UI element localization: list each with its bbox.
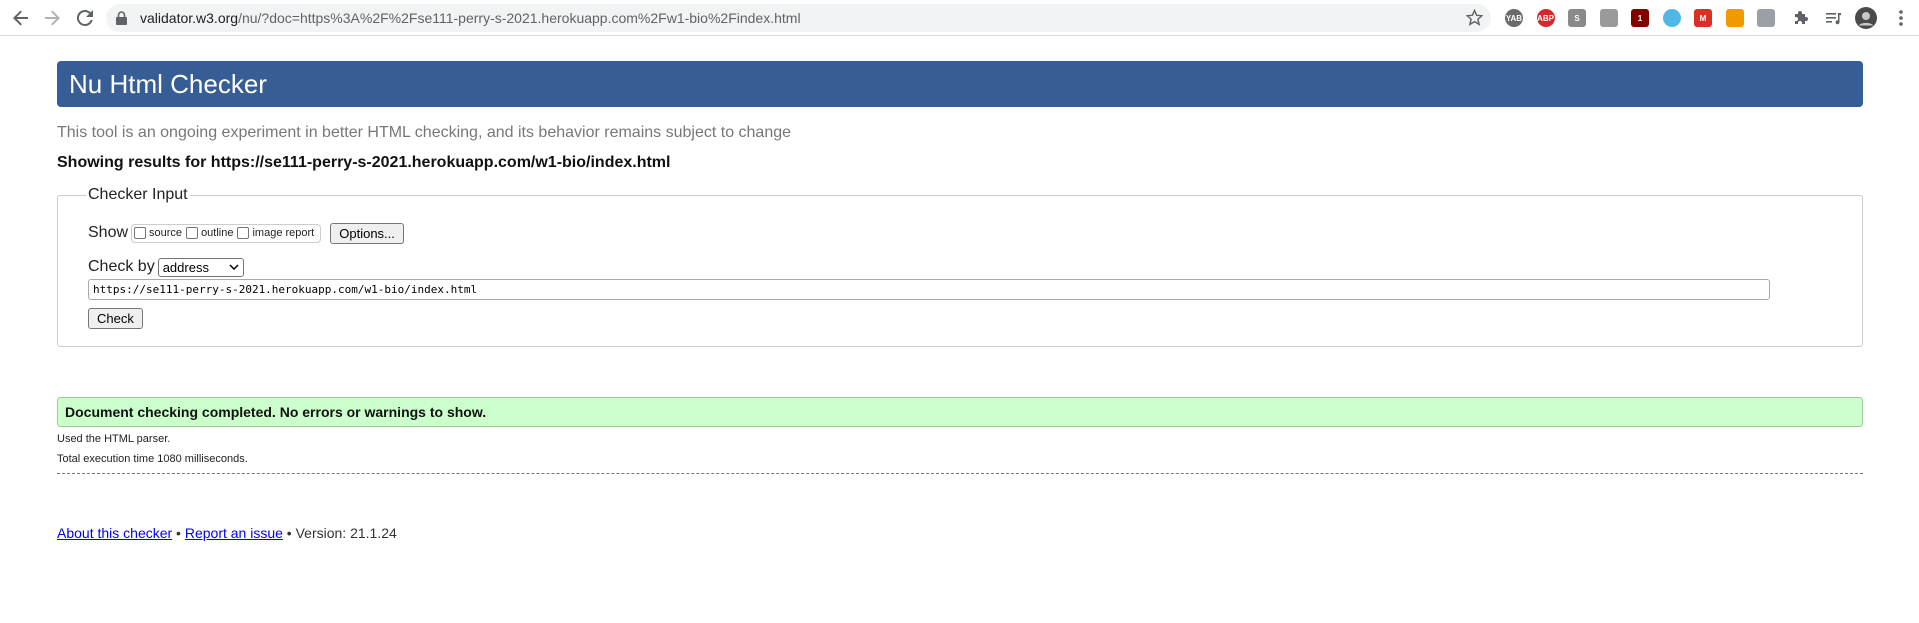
orange-extension-icon[interactable] xyxy=(1725,9,1744,27)
back-button[interactable] xyxy=(9,6,33,30)
page-header: Nu Html Checker xyxy=(57,61,1863,107)
yab-extension-icon[interactable]: YAB xyxy=(1505,9,1523,27)
checker-input-legend: Checker Input xyxy=(86,186,190,204)
browser-menu-button[interactable] xyxy=(1889,6,1913,30)
results-divider xyxy=(57,473,1863,474)
check-by-select[interactable]: address xyxy=(157,257,244,277)
s-extension-icon[interactable]: S xyxy=(1568,9,1586,27)
outline-checkbox[interactable] xyxy=(186,227,199,239)
show-options-row: Show source outline image report Options… xyxy=(88,222,404,244)
footer-separator: • xyxy=(172,525,185,541)
parser-info: Used the HTML parser. xyxy=(57,433,171,445)
version-text: • Version: 21.1.24 xyxy=(282,525,397,541)
source-checkbox-label: source xyxy=(149,227,183,239)
red-extension-icon[interactable]: M xyxy=(1694,9,1712,27)
show-image-report-option[interactable]: image report xyxy=(237,227,314,239)
reading-list-icon xyxy=(1826,13,1841,25)
url-host: validator.w3.org xyxy=(140,10,239,26)
success-message-box: Document checking completed. No errors o… xyxy=(57,397,1863,427)
check-by-selected-value: address xyxy=(162,259,209,275)
show-label: Show xyxy=(88,224,129,241)
forward-arrow-icon xyxy=(45,10,60,26)
success-message: Document checking completed. No errors o… xyxy=(65,404,487,420)
url-path: /nu/?doc=https%3A%2F%2Fse111-perry-s-202… xyxy=(238,10,801,26)
checker-input-fieldset: Checker Input Show source outline image … xyxy=(57,186,1863,347)
profile-avatar-button[interactable] xyxy=(1854,6,1878,30)
picture-extension-icon[interactable] xyxy=(1599,9,1618,27)
report-issue-link[interactable]: Report an issue xyxy=(185,525,283,541)
show-source-option[interactable]: source xyxy=(134,227,182,239)
source-checkbox[interactable] xyxy=(134,227,147,239)
search-extension-icon[interactable] xyxy=(1662,9,1681,27)
page-title: Nu Html Checker xyxy=(69,69,267,99)
about-checker-link[interactable]: About this checker xyxy=(57,525,172,541)
address-bar[interactable]: validator.w3.org/nu/?doc=https%3A%2F%2Fs… xyxy=(106,4,1491,32)
puzzle-icon xyxy=(1795,11,1808,24)
avatar xyxy=(1855,7,1877,29)
image-report-checkbox[interactable] xyxy=(237,227,250,239)
outline-checkbox-label: outline xyxy=(201,227,234,239)
show-checkbox-group: source outline image report xyxy=(131,223,322,243)
kebab-menu-icon xyxy=(1899,10,1903,26)
footer: About this checker • Report an issue • V… xyxy=(57,525,397,541)
extensions-puzzle-button[interactable] xyxy=(1790,6,1814,30)
forward-button[interactable] xyxy=(40,6,64,30)
reload-button[interactable] xyxy=(73,6,97,30)
document-url-input[interactable]: https://se111-perry-s-2021.herokuapp.com… xyxy=(88,279,1770,300)
check-by-label: Check by xyxy=(88,258,155,275)
browser-toolbar: validator.w3.org/nu/?doc=https%3A%2F%2Fs… xyxy=(0,0,1919,36)
address-bar-url: validator.w3.org/nu/?doc=https%3A%2F%2Fs… xyxy=(140,4,801,32)
check-button[interactable]: Check xyxy=(88,308,143,329)
bookmark-star-icon[interactable] xyxy=(1465,8,1484,31)
reload-icon xyxy=(77,10,93,26)
rectangle-extension-icon[interactable] xyxy=(1757,9,1775,27)
chevron-down-icon xyxy=(229,264,239,270)
adblock-plus-icon[interactable]: ABP xyxy=(1536,9,1555,27)
ublock-origin-icon[interactable]: 1 xyxy=(1631,9,1649,27)
show-outline-option[interactable]: outline xyxy=(186,227,233,239)
options-button[interactable]: Options... xyxy=(330,222,404,244)
back-arrow-icon xyxy=(13,10,28,26)
tagline: This tool is an ongoing experiment in be… xyxy=(57,124,792,141)
image-report-checkbox-label: image report xyxy=(252,227,315,239)
check-by-row: Check by address xyxy=(88,256,244,278)
lock-icon xyxy=(116,11,127,30)
execution-time: Total execution time 1080 milliseconds. xyxy=(57,453,248,465)
results-for-heading: Showing results for https://se111-perry-… xyxy=(57,154,671,171)
reading-list-button[interactable] xyxy=(1821,6,1845,30)
